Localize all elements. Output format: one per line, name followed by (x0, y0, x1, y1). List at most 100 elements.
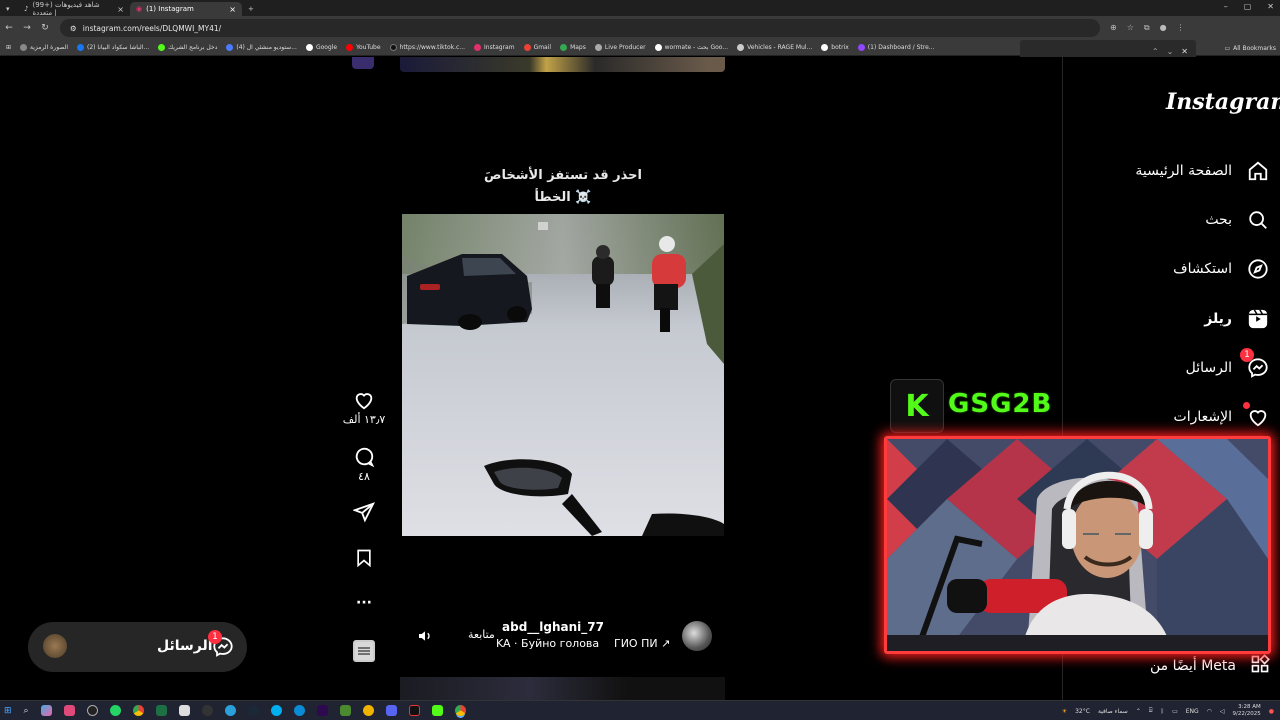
url-input[interactable]: ⚙ instagram.com/reels/DLQMWI_MY41/ (60, 19, 1100, 37)
bookmark-item[interactable]: Maps (560, 44, 586, 51)
chrome-active-icon[interactable] (454, 705, 466, 716)
windows-start-icon[interactable]: ⊞ (4, 706, 12, 716)
bookmark-item[interactable]: Vehicles - RAGE Mul... (737, 44, 812, 51)
site-info-icon[interactable]: ⚙ (70, 24, 77, 33)
nav-explore[interactable]: استكشاف (1070, 253, 1270, 285)
premiere-icon[interactable] (316, 705, 328, 716)
find-close-icon[interactable]: ✕ (1181, 47, 1188, 56)
back-icon[interactable]: ← (0, 23, 18, 33)
copilot-icon[interactable] (40, 705, 52, 716)
steam-icon[interactable] (247, 705, 259, 716)
volume-icon[interactable]: ◁ (1220, 708, 1225, 715)
weather-temp[interactable]: 32°C (1075, 708, 1090, 715)
bookmark-item[interactable]: wormate - بحث Goo... (654, 44, 728, 51)
chrome-icon[interactable] (132, 705, 144, 716)
maximize-icon[interactable]: ▢ (1244, 2, 1252, 11)
bookmark-item[interactable]: Live Producer (594, 44, 646, 51)
chrome-canary-icon[interactable] (362, 705, 374, 716)
vpn-icon[interactable] (201, 705, 213, 716)
bookmark-item[interactable]: (2) الباشا سكواد البيانا... (77, 44, 149, 51)
close-tab-icon[interactable]: × (117, 5, 124, 14)
follow-button[interactable]: متابعة (468, 628, 495, 641)
bluetooth-icon[interactable]: ᛒ (1160, 708, 1164, 715)
close-tab-icon[interactable]: × (229, 5, 236, 14)
star-icon[interactable]: ☆ (1127, 23, 1134, 33)
search-icon[interactable]: ⌕ (24, 706, 29, 716)
bookmark-item[interactable]: الصورة الرمزية (20, 44, 68, 51)
instagram-logo[interactable]: Instagram (1166, 89, 1280, 115)
bookmark-item[interactable]: Google (305, 44, 337, 51)
more-options-icon[interactable]: ··· (340, 595, 388, 611)
like-button[interactable]: ١٣٫٧ ألف (340, 389, 388, 426)
reel-caption: احذر قد تستفز الأشخاصَ الخطأ ☠️ (484, 168, 642, 205)
bookmark-item[interactable]: (4) ستوديو منشئي ال... (226, 44, 297, 51)
whatsapp-icon[interactable] (109, 705, 121, 716)
messages-pill[interactable]: الرسائل 1 (28, 622, 247, 672)
language-indicator[interactable]: ENG (1186, 708, 1199, 715)
menu-icon[interactable]: ⋮ (1177, 23, 1185, 33)
reload-icon[interactable]: ↻ (36, 23, 54, 33)
bookmark-item[interactable]: YouTube (346, 44, 381, 51)
comment-button[interactable]: ٤٨ (340, 446, 388, 483)
wifi-icon[interactable]: ◠ (1207, 708, 1212, 715)
tab-youtube[interactable]: ♪ (99+) شاهد فيديوهات متعددة | × (18, 1, 130, 17)
extensions-icon[interactable]: ⧉ (1144, 23, 1150, 33)
bookmark-item[interactable]: دخل برنامج الشريك (158, 44, 217, 51)
tab-menu[interactable]: ▾ (0, 2, 18, 16)
tray-arrow-icon[interactable]: ⌃ (1136, 708, 1141, 715)
new-tab-button[interactable]: + (242, 2, 260, 16)
discord-icon[interactable] (385, 705, 397, 716)
find-next-icon[interactable]: ⌄ (1167, 47, 1174, 56)
reel-owner-row: متابعة abd__lghani_77 KA · Буйно голова … (412, 617, 722, 653)
notification-icon[interactable]: ● (1269, 708, 1274, 715)
song-label[interactable]: KA · Буйно голова (496, 637, 599, 650)
capcut-icon[interactable] (178, 705, 190, 716)
apps-icon[interactable]: ⊞ (6, 44, 11, 51)
tab-instagram[interactable]: ◉ (1) Instagram × (130, 2, 242, 16)
explore-icon (1246, 257, 1270, 281)
clock[interactable]: 3:28 AM 9/22/2025 (1233, 704, 1261, 718)
bookmark-item[interactable]: https://www.tiktok.c... (389, 44, 465, 51)
original-audio-link[interactable]: ГИО ПИ ↗ (614, 637, 670, 650)
share-button[interactable] (340, 501, 388, 523)
widgets-icon[interactable] (63, 705, 75, 716)
kick-icon[interactable] (431, 705, 443, 716)
volume-icon[interactable] (417, 628, 435, 646)
avatar (43, 634, 67, 658)
skype-icon[interactable] (270, 705, 282, 716)
close-window-icon[interactable]: ✕ (1267, 2, 1274, 11)
zoom-icon[interactable]: ⊕ (1110, 23, 1117, 33)
audio-thumbnail[interactable] (353, 640, 375, 662)
heart-icon (1243, 402, 1270, 429)
nav-search[interactable]: بحث (1070, 204, 1270, 236)
forward-icon[interactable]: → (18, 23, 36, 33)
battery-icon[interactable]: ▭ (1172, 708, 1178, 715)
save-button[interactable] (340, 547, 388, 569)
bookmark-item[interactable]: Instagram (474, 44, 515, 51)
all-bookmarks-button[interactable]: ▭ All Bookmarks (1220, 40, 1276, 55)
nav-notifications[interactable]: الإشعارات (1070, 401, 1270, 433)
tiktok-live-icon[interactable] (408, 705, 420, 716)
find-prev-icon[interactable]: ⌃ (1152, 47, 1159, 56)
minimize-icon[interactable]: – (1224, 2, 1228, 11)
next-reel-preview (400, 677, 725, 700)
network-icon[interactable]: ⌸ (1149, 707, 1153, 715)
obs-icon[interactable] (86, 705, 98, 716)
bookmark-item[interactable]: botrix (821, 44, 849, 51)
owner-username[interactable]: abd__lghani_77 (502, 620, 604, 634)
telegram-icon[interactable] (224, 705, 236, 716)
owner-avatar[interactable] (682, 621, 712, 651)
bookmark-item[interactable]: Gmail (523, 44, 551, 51)
nav-messages[interactable]: الرسائل 1 (1070, 348, 1270, 384)
folder-icon: ▭ (1224, 44, 1231, 52)
nav-home[interactable]: الصفحة الرئيسية (1070, 155, 1270, 187)
bookmark-item[interactable]: (1) Dashboard / Stre... (857, 44, 935, 51)
excel-icon[interactable] (155, 705, 167, 716)
more-from-meta[interactable]: أيضًا من Meta (1150, 654, 1270, 678)
reel-video[interactable] (402, 214, 724, 536)
edge-icon[interactable] (293, 705, 305, 716)
profile-icon[interactable]: ● (1160, 23, 1167, 33)
minecraft-icon[interactable] (339, 705, 351, 716)
messages-pill-label: الرسائل (157, 638, 213, 654)
nav-reels[interactable]: ريلز (1070, 303, 1270, 335)
